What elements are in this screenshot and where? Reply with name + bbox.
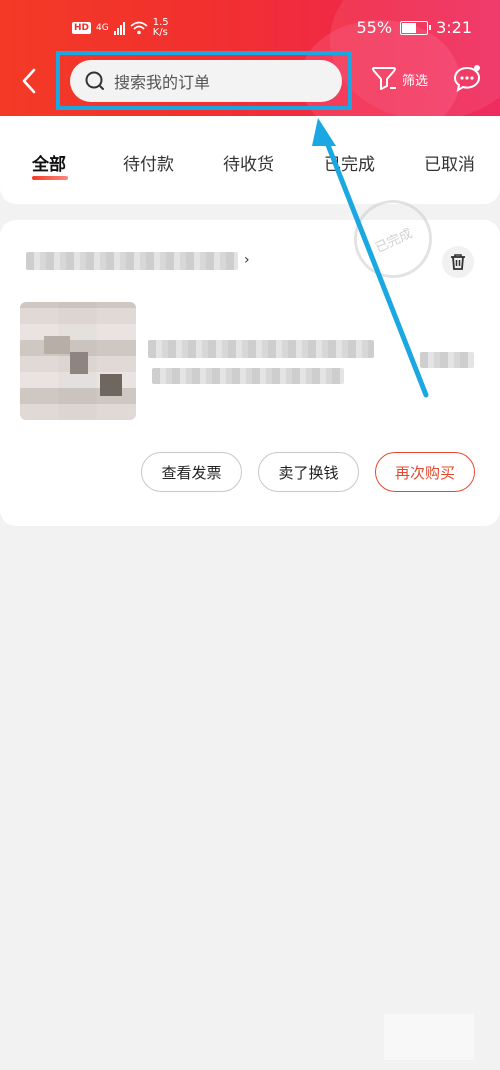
search-highlight-box: [56, 51, 352, 110]
back-arrow-icon[interactable]: [16, 66, 46, 96]
delete-order-button[interactable]: [442, 246, 474, 278]
thumbnail-pixel: [44, 336, 70, 354]
status-left: HD 4G 1.5 K/s: [72, 18, 169, 38]
message-icon[interactable]: [452, 64, 482, 94]
network-speed: 1.5 K/s: [153, 18, 169, 38]
status-right: 55% 3:21: [357, 18, 473, 37]
shop-name-blurred[interactable]: [26, 252, 238, 270]
filter-label: 筛选: [402, 73, 429, 89]
product-spec-blurred: [152, 368, 344, 384]
view-invoice-button[interactable]: 查看发票: [141, 452, 242, 492]
tab-all[interactable]: 全部: [32, 150, 66, 175]
filter-button[interactable]: 筛选: [370, 64, 428, 94]
status-bar: HD 4G 1.5 K/s 55% 3:21: [0, 12, 500, 42]
network-type: 4G: [96, 23, 109, 33]
product-thumbnail[interactable]: [20, 302, 136, 420]
speed-unit: K/s: [152, 27, 168, 38]
trash-icon: [451, 254, 465, 270]
battery-icon: [400, 20, 432, 35]
tab-pending-payment[interactable]: 待付款: [123, 150, 174, 175]
buy-again-button[interactable]: 再次购买: [375, 452, 475, 492]
filter-icon: [372, 67, 396, 90]
tab-pending-receipt[interactable]: 待收货: [223, 150, 274, 175]
wifi-icon: [130, 21, 148, 35]
stamp-text: 已完成: [372, 225, 415, 256]
tab-cancelled[interactable]: 已取消: [424, 150, 475, 175]
top-header: HD 4G 1.5 K/s 55% 3:21 搜索我的订单 筛选: [0, 0, 500, 116]
clock: 3:21: [436, 18, 472, 37]
thumbnail-pixel: [100, 374, 122, 396]
thumbnail-pixel: [70, 352, 88, 374]
product-price-blurred: [420, 352, 474, 368]
product-title-blurred[interactable]: [148, 340, 374, 358]
signal-icon: [113, 21, 125, 35]
active-tab-indicator: [32, 176, 68, 180]
floating-placeholder: [384, 1014, 474, 1060]
shop-arrow-icon[interactable]: ›: [244, 252, 250, 268]
sell-for-cash-button[interactable]: 卖了换钱: [258, 452, 359, 492]
battery-percent: 55%: [356, 18, 393, 37]
tab-completed[interactable]: 已完成: [324, 150, 375, 175]
hd-badge: HD: [72, 22, 92, 34]
